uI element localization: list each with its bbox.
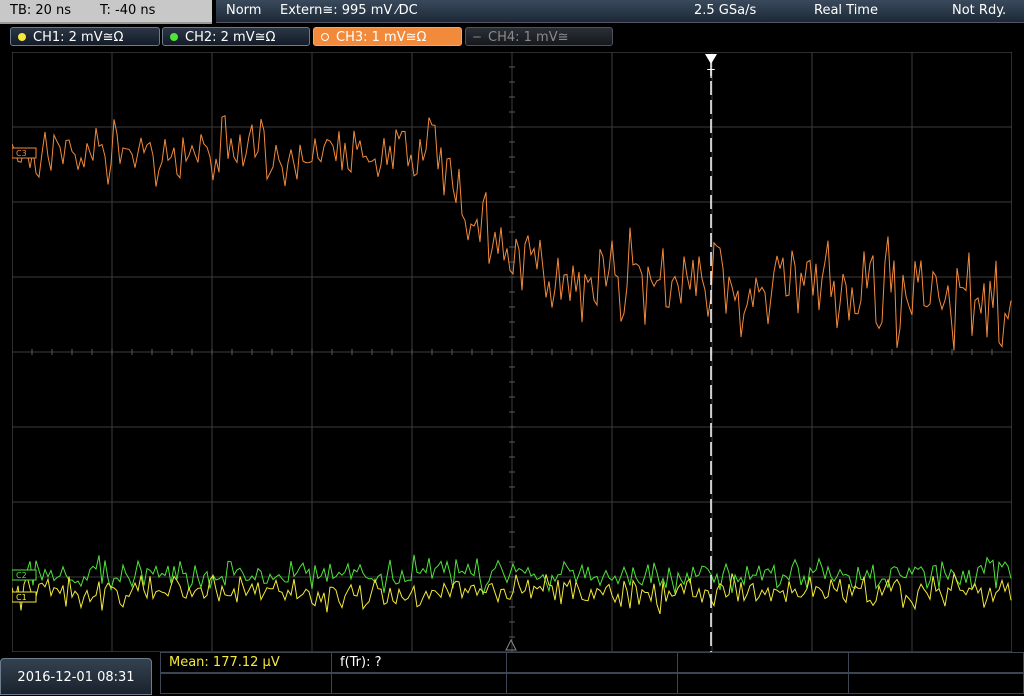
mean-measurement[interactable]: Mean: 177.12 µV	[160, 652, 332, 673]
sample-rate[interactable]: 2.5 GSa/s	[694, 0, 756, 22]
ch3-offset-marker[interactable]: C3	[12, 147, 37, 159]
acquisition-panel[interactable]: Norm Extern≅: 995 mV ⁄DC 2.5 GSa/s Real …	[216, 0, 1024, 23]
trigger-source[interactable]: Extern≅: 995 mV ⁄DC	[280, 0, 418, 22]
timebase-label[interactable]: TB: 20 ns	[10, 0, 71, 22]
channel-tabs: CH1: 2 mV≅Ω CH2: 2 mV≅Ω CH3: 1 mV≅Ω CH4:…	[0, 26, 1024, 48]
acquisition-type[interactable]: Real Time	[814, 0, 878, 22]
datetime-display: 2016-12-01 08:31	[0, 658, 152, 695]
freq-measurement[interactable]: f(Tr): ?	[331, 652, 507, 673]
ch1-offset-marker[interactable]: C1	[12, 591, 37, 603]
ch2-offset-marker[interactable]: C2	[12, 569, 37, 581]
datetime-label: 2016-12-01 08:31	[17, 670, 135, 685]
empty-measurement-4[interactable]	[160, 673, 332, 694]
ch3-dot-icon	[321, 33, 329, 41]
measurement-panel[interactable]: Mean: 177.12 µV f(Tr): ?	[160, 652, 1024, 695]
tab-ch3[interactable]: CH3: 1 mV≅Ω	[313, 27, 462, 46]
ch3-marker-label: C3	[16, 149, 27, 158]
empty-measurement-6[interactable]	[506, 673, 678, 694]
trigger-marker: T	[706, 67, 715, 81]
empty-measurement-1[interactable]	[506, 652, 678, 673]
tab-ch4[interactable]: CH4: 1 mV≅	[465, 27, 613, 46]
trigger-mode[interactable]: Norm	[226, 0, 261, 22]
freq-value: f(Tr): ?	[340, 655, 382, 670]
empty-measurement-5[interactable]	[331, 673, 507, 694]
tab-ch1[interactable]: CH1: 2 mV≅Ω	[10, 27, 160, 46]
ch4-label: CH4: 1 mV≅	[488, 30, 569, 45]
ch3-label: CH3: 1 mV≅Ω	[336, 30, 427, 45]
waveform-display[interactable]: T C3 C2 C1	[12, 52, 1012, 652]
timebase-panel[interactable]: TB: 20 ns T: -40 ns	[0, 0, 212, 24]
ch1-label: CH1: 2 mV≅Ω	[33, 30, 124, 45]
empty-measurement-3[interactable]	[848, 652, 1024, 673]
ch2-label: CH2: 2 mV≅Ω	[185, 30, 276, 45]
tab-ch2[interactable]: CH2: 2 mV≅Ω	[162, 27, 310, 46]
ch4-dot-icon	[473, 36, 481, 38]
mean-value: Mean: 177.12 µV	[169, 655, 280, 670]
empty-measurement-8[interactable]	[848, 673, 1024, 694]
ch2-marker-label: C2	[16, 571, 27, 580]
trigger-status: Not Rdy.	[952, 3, 1007, 18]
top-bar: TB: 20 ns T: -40 ns Norm Extern≅: 995 mV…	[0, 0, 1024, 24]
ch2-dot-icon	[170, 33, 178, 41]
trigger-time-label[interactable]: T: -40 ns	[100, 0, 155, 22]
ch1-dot-icon	[18, 33, 26, 41]
ch1-marker-label: C1	[16, 593, 27, 602]
empty-measurement-7[interactable]	[677, 673, 849, 694]
empty-measurement-2[interactable]	[677, 652, 849, 673]
